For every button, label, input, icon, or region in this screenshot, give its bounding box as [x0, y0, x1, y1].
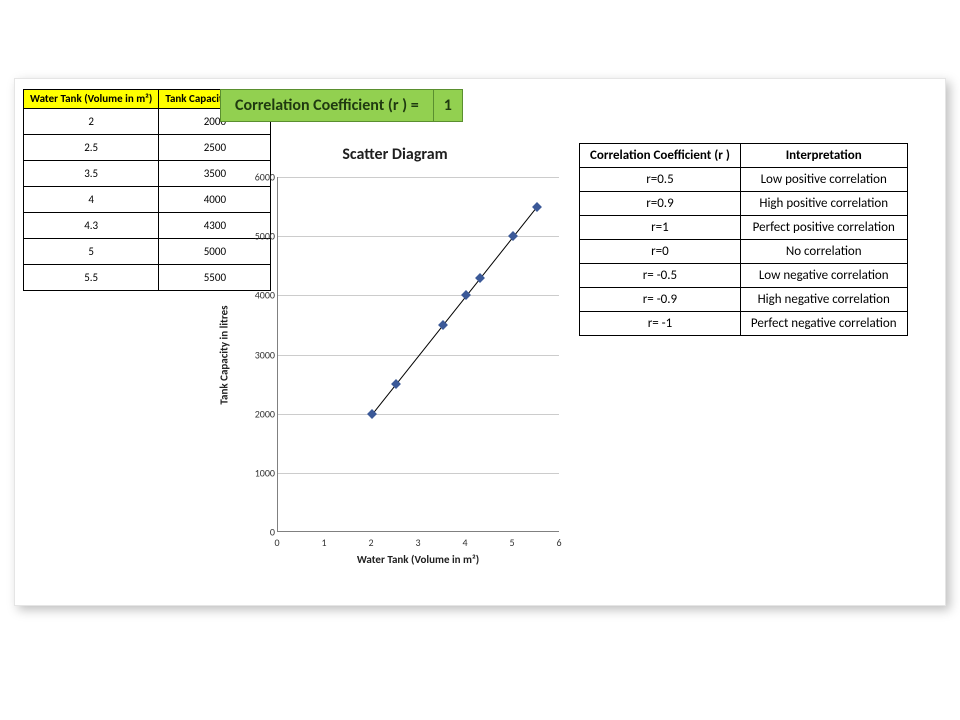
correlation-value: 1 [433, 89, 463, 122]
y-axis-label: Tank Capacity in litres [217, 177, 231, 532]
gridline [278, 414, 559, 415]
table-cell[interactable]: 5.5 [24, 265, 159, 291]
x-axis-label: Water Tank (Volume in m²) [277, 553, 559, 566]
table-cell[interactable]: 4 [24, 187, 159, 213]
table-cell[interactable]: r=1 [580, 216, 741, 240]
x-tick-label: 3 [408, 536, 428, 549]
table-cell[interactable]: r=0.5 [580, 168, 741, 192]
gridline [278, 177, 559, 178]
table-cell[interactable]: Perfect negative correlation [740, 312, 907, 336]
table-row: r= -0.5Low negative correlation [580, 264, 908, 288]
table-cell[interactable]: High negative correlation [740, 288, 907, 312]
table-cell[interactable]: r= -0.9 [580, 288, 741, 312]
table-cell[interactable]: r= -0.5 [580, 264, 741, 288]
table-cell[interactable]: 2 [24, 109, 159, 135]
table-cell[interactable]: 4.3 [24, 213, 159, 239]
chart-title: Scatter Diagram [215, 145, 575, 164]
interp-header-1: Interpretation [740, 144, 907, 168]
y-tick-label: 3000 [241, 348, 275, 361]
scatter-chart: Scatter Diagram Tank Capacity in litres … [215, 135, 575, 601]
spreadsheet-sheet: Water Tank (Volume in m²) Tank Capacity … [14, 78, 946, 606]
y-tick-label: 5000 [241, 230, 275, 243]
interpretation-table: Correlation Coefficient (r ) Interpretat… [579, 143, 908, 336]
table-cell[interactable]: 2.5 [24, 135, 159, 161]
x-tick-label: 4 [455, 536, 475, 549]
table-cell[interactable]: High positive correlation [740, 192, 907, 216]
table-cell[interactable]: r=0.9 [580, 192, 741, 216]
y-tick-label: 1000 [241, 466, 275, 479]
table-cell[interactable]: No correlation [740, 240, 907, 264]
correlation-label: Correlation Coefficient (r ) = [220, 89, 434, 122]
x-tick-label: 2 [361, 536, 381, 549]
x-tick-label: 6 [549, 536, 569, 549]
table-row: r= -1Perfect negative correlation [580, 312, 908, 336]
gridline [278, 473, 559, 474]
x-tick-label: 1 [314, 536, 334, 549]
correlation-result-box: Correlation Coefficient (r ) = 1 [220, 89, 463, 122]
table-cell[interactable]: Perfect positive correlation [740, 216, 907, 240]
table-row: r=0.9High positive correlation [580, 192, 908, 216]
table-cell[interactable]: r= -1 [580, 312, 741, 336]
interp-header-0: Correlation Coefficient (r ) [580, 144, 741, 168]
table-row: r=0No correlation [580, 240, 908, 264]
x-tick-label: 5 [502, 536, 522, 549]
table-cell[interactable]: Low positive correlation [740, 168, 907, 192]
table-cell[interactable]: 5 [24, 239, 159, 265]
table-row: r=0.5Low positive correlation [580, 168, 908, 192]
y-tick-label: 6000 [241, 171, 275, 184]
data-table-header-0: Water Tank (Volume in m²) [24, 90, 159, 109]
y-tick-label: 2000 [241, 407, 275, 420]
plot-area [277, 177, 559, 532]
table-cell[interactable]: Low negative correlation [740, 264, 907, 288]
table-cell[interactable]: 3.5 [24, 161, 159, 187]
table-row: r= -0.9High negative correlation [580, 288, 908, 312]
x-tick-label: 0 [267, 536, 287, 549]
gridline [278, 295, 559, 296]
table-cell[interactable]: r=0 [580, 240, 741, 264]
y-tick-label: 4000 [241, 289, 275, 302]
table-row: r=1Perfect positive correlation [580, 216, 908, 240]
